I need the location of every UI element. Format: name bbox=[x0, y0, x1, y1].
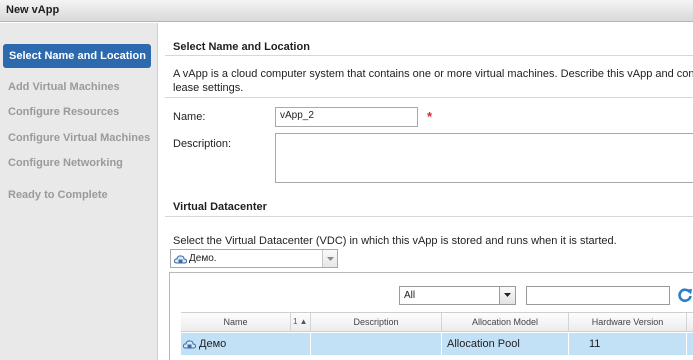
cloud-datacenter-icon bbox=[183, 340, 196, 349]
step-select-name-location[interactable]: Select Name and Location bbox=[3, 44, 151, 68]
name-input[interactable]: vApp_2 bbox=[275, 107, 418, 127]
cell-description bbox=[311, 333, 442, 355]
description-label: Description: bbox=[173, 138, 232, 150]
vdc-instruction: Select the Virtual Datacenter (VDC) in w… bbox=[173, 235, 617, 247]
wizard-steps-sidebar: Select Name and Location Add Virtual Mac… bbox=[0, 23, 158, 360]
refresh-icon[interactable] bbox=[677, 287, 693, 303]
section-description-line2: lease settings. bbox=[173, 82, 244, 94]
cell-name-text: Демо bbox=[199, 338, 227, 350]
filter-select-arrow[interactable] bbox=[499, 287, 515, 304]
section-description-line1: A vApp is a cloud computer system that c… bbox=[173, 68, 693, 80]
window-titlebar: New vApp bbox=[0, 0, 693, 22]
heading-divider bbox=[165, 55, 693, 56]
wizard-main-panel: Select Name and Location A vApp is a clo… bbox=[159, 23, 693, 360]
cell-hardware-version: 11 bbox=[569, 333, 687, 355]
vdc-select[interactable]: Демо. bbox=[170, 249, 338, 268]
sort-ascending-icon: 1 ▲ bbox=[293, 317, 308, 326]
description-textarea[interactable] bbox=[275, 133, 693, 183]
step-ready-to-complete[interactable]: Ready to Complete bbox=[0, 183, 154, 207]
vdc-select-arrow[interactable] bbox=[322, 250, 337, 267]
filter-select-value: All bbox=[404, 290, 416, 301]
cell-allocation-model: Allocation Pool bbox=[442, 333, 569, 355]
column-header-name[interactable]: Name bbox=[181, 313, 291, 332]
required-marker: * bbox=[427, 109, 433, 124]
name-label: Name: bbox=[173, 111, 206, 123]
chevron-down-icon bbox=[327, 257, 334, 261]
column-header-description[interactable]: Description bbox=[311, 313, 442, 332]
column-header-hardware-version[interactable]: Hardware Version bbox=[569, 313, 687, 332]
table-row[interactable]: Демо Allocation Pool 11 bbox=[181, 333, 693, 355]
table-header: Name Description Allocation Model Hardwa… bbox=[181, 312, 693, 332]
name-input-value: vApp_2 bbox=[280, 110, 314, 121]
cloud-datacenter-icon bbox=[174, 255, 187, 264]
step-configure-networking[interactable]: Configure Networking bbox=[0, 151, 154, 175]
step-configure-resources[interactable]: Configure Resources bbox=[0, 100, 154, 124]
vdc-heading-divider bbox=[165, 216, 693, 217]
chevron-down-icon bbox=[504, 293, 511, 297]
section-heading-virtual-datacenter: Virtual Datacenter bbox=[173, 201, 267, 213]
column-header-allocation-model[interactable]: Allocation Model bbox=[442, 313, 569, 332]
section-heading-name-location: Select Name and Location bbox=[173, 41, 310, 53]
vdc-select-value: Демо. bbox=[189, 253, 217, 264]
cell-name: Демо bbox=[181, 333, 311, 355]
description-divider bbox=[165, 97, 693, 98]
step-configure-virtual-machines[interactable]: Configure Virtual Machines bbox=[0, 126, 154, 150]
search-input[interactable] bbox=[526, 286, 670, 305]
filter-select[interactable]: All bbox=[399, 286, 516, 305]
step-add-virtual-machines[interactable]: Add Virtual Machines bbox=[0, 75, 154, 99]
window-title: New vApp bbox=[6, 4, 60, 16]
